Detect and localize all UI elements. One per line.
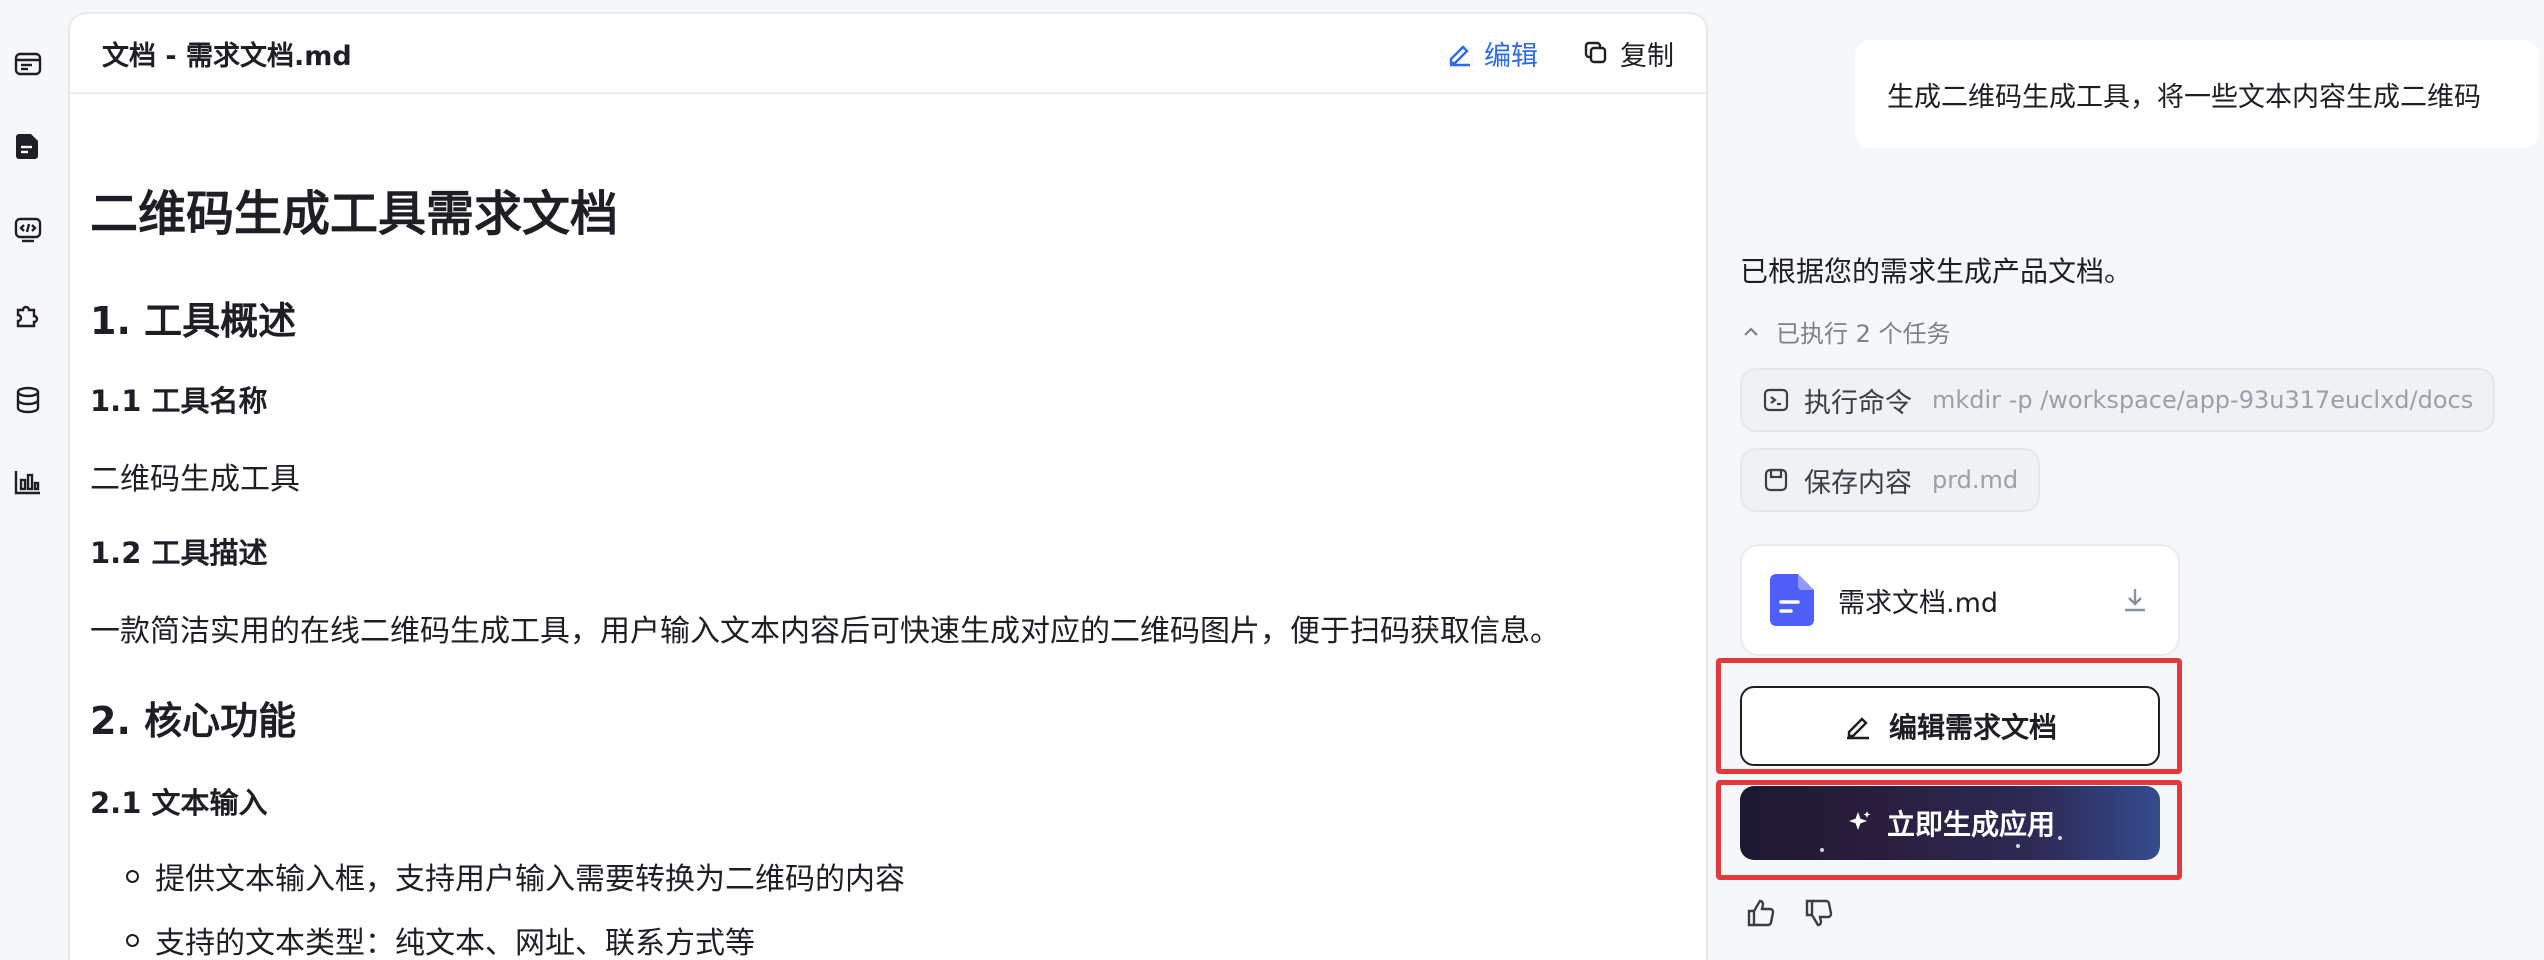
doc-subsection-2-1-title: 2.1 文本输入 [90,786,268,820]
feedback-bar [1744,896,1836,930]
doc-subsection-1-2-text: 一款简洁实用的在线二维码生成工具，用户输入文本内容后可快速生成对应的二维码图片，… [90,614,1560,649]
file-name: 需求文档.md [1838,587,1999,619]
edit-button-label: 编辑 [1484,40,1538,72]
edit-button[interactable]: 编辑 [1446,34,1538,73]
list-item: 提供文本输入框，支持用户输入需要转换为二维码的内容 [90,854,905,898]
document-title: 文档 - 需求文档.md [102,40,352,72]
copy-button[interactable]: 复制 [1582,34,1674,73]
thumbs-up-icon[interactable] [1744,896,1778,930]
code-icon[interactable] [10,212,46,248]
doc-section-2-title: 2. 核心功能 [90,699,297,743]
task-detail: mkdir -p /workspace/app-93u317euclxd/doc… [1932,386,2474,414]
chevron-up-icon [1744,326,1758,336]
document-icon[interactable] [10,128,46,164]
left-rail [0,0,56,960]
edit-doc-button-label: 编辑需求文档 [1888,711,2057,744]
task-chip-save[interactable]: 保存内容 prd.md [1740,448,2041,512]
list-item: 支持的文本类型：纯文本、网址、联系方式等 [90,918,755,960]
sparkle-dot [2016,844,2020,848]
copy-button-label: 复制 [1620,40,1674,72]
bullet-icon [126,869,139,883]
document-header: 文档 - 需求文档.md 编辑 复制 [70,14,1706,94]
copy-icon [1584,41,1607,64]
task-chip-command[interactable]: 执行命令 mkdir -p /workspace/app-93u317euclx… [1740,368,2496,432]
task-detail: prd.md [1932,466,2019,494]
task-label: 保存内容 [1804,467,1912,499]
document-file-icon [1770,574,1814,626]
list-item-text: 提供文本输入框，支持用户输入需要转换为二维码的内容 [155,862,905,897]
pencil-icon [1449,45,1470,67]
ai-message: 已根据您的需求生成产品文档。 [1740,255,2133,288]
chart-icon[interactable] [10,464,46,500]
doc-subsection-1-1-text: 二维码生成工具 [90,462,300,497]
doc-section-1-title: 1. 工具概述 [90,299,297,343]
browser-icon[interactable] [10,46,46,82]
generate-app-button[interactable]: 立即生成应用 [1740,786,2160,860]
user-message: 生成二维码生成工具，将一些文本内容生成二维码 [1855,40,2539,148]
tasks-toggle-label: 已执行 2 个任务 [1776,320,1951,348]
puzzle-icon[interactable] [10,296,46,332]
generate-app-button-label: 立即生成应用 [1886,808,2055,841]
download-icon[interactable] [2120,585,2150,615]
terminal-icon [1763,388,1789,412]
file-card[interactable]: 需求文档.md [1740,544,2180,656]
bullet-icon [126,933,139,947]
edit-doc-button[interactable]: 编辑需求文档 [1740,686,2160,766]
database-icon[interactable] [10,382,46,418]
thumbs-down-icon[interactable] [1802,896,1836,930]
sparkle-dot [2058,836,2062,840]
pencil-icon [1846,717,1869,740]
doc-heading-main: 二维码生成工具需求文档 [90,186,619,242]
save-icon [1764,468,1788,492]
doc-subsection-1-1-title: 1.1 工具名称 [90,384,268,418]
sparkle-dot [1820,848,1824,852]
tasks-toggle[interactable]: 已执行 2 个任务 [1740,314,1951,349]
task-label: 执行命令 [1804,387,1912,419]
document-panel: 文档 - 需求文档.md 编辑 复制 二维码生成工具需求文档 1. 工具概述 1… [68,12,1708,960]
sparkle-icon [1848,811,1871,830]
list-item-text: 支持的文本类型：纯文本、网址、联系方式等 [155,926,755,960]
doc-subsection-1-2-title: 1.2 工具描述 [90,536,268,570]
